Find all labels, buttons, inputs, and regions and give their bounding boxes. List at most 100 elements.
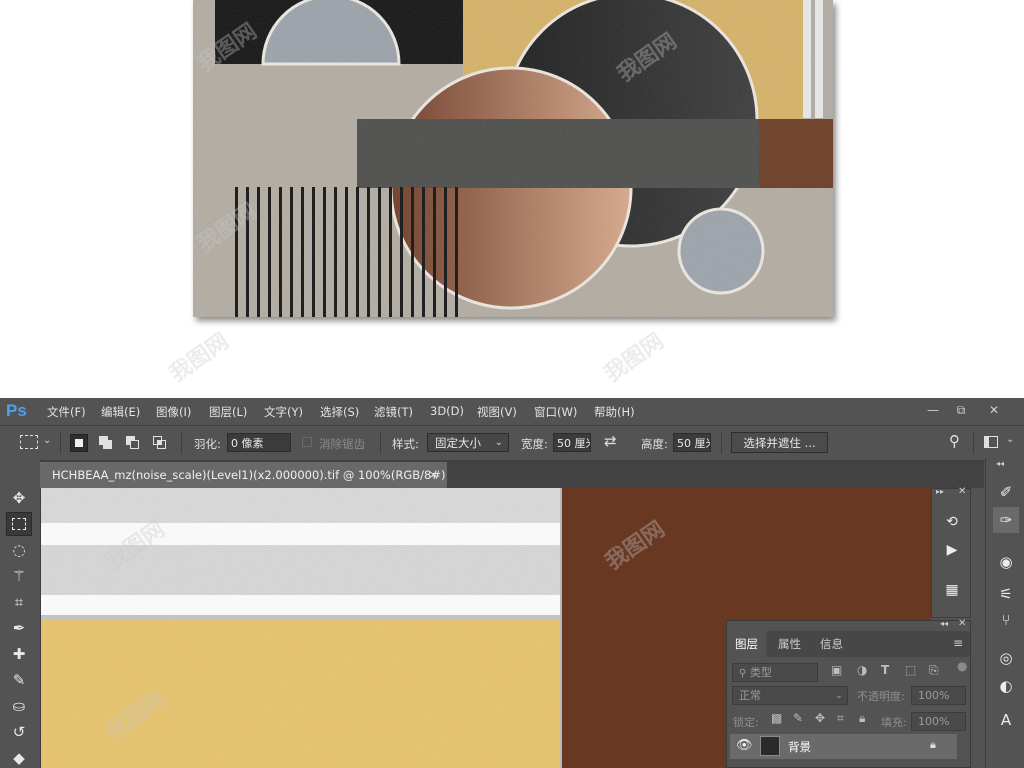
workspace-icon[interactable] <box>984 436 998 448</box>
menu-window[interactable]: 窗口(W) <box>534 404 577 420</box>
adjustment-filter-icon[interactable]: ◑ <box>857 663 867 677</box>
document-tab[interactable]: HCHBEAA_mz(noise_scale)(Level1)(x2.00000… <box>40 462 447 488</box>
lock-artboard-icon[interactable]: ⌗ <box>837 711 844 726</box>
stamp-tool-icon[interactable]: ⛀ <box>6 694 32 718</box>
layer-filter-dropdown[interactable]: ⚲ 类型 <box>732 663 818 682</box>
layer-row[interactable]: 👁︎ 背景 🔒︎ <box>730 734 957 759</box>
history-brush-tool-icon[interactable]: ↺ <box>6 720 32 744</box>
image-filter-icon[interactable]: ▣ <box>831 663 842 677</box>
feather-input[interactable]: 0 像素 <box>227 433 291 452</box>
filter-kind-value: 类型 <box>749 666 772 679</box>
chevron-down-icon: ⌄ <box>494 437 503 448</box>
menu-image[interactable]: 图像(I) <box>156 404 191 420</box>
paths-icon[interactable]: ⑂ <box>993 607 1019 633</box>
lock-label: 锁定: <box>733 716 759 729</box>
brush-preset-icon[interactable]: ✐ <box>993 479 1019 505</box>
artwork-preview: 我图网 我图网 我图网 <box>193 0 833 317</box>
menu-view[interactable]: 视图(V) <box>477 404 517 420</box>
document-tab-bar: HCHBEAA_mz(noise_scale)(Level1)(x2.00000… <box>40 461 984 488</box>
style-value: 固定大小 <box>435 436 481 450</box>
search-icon: ⚲ <box>739 668 747 679</box>
layer-thumbnail <box>760 736 780 756</box>
marquee-tool-icon[interactable] <box>6 512 32 536</box>
actions-play-icon[interactable]: ▶ <box>940 539 964 561</box>
layers-panel: ◂◂ ✕ 图层 属性 信息 ≡ ⚲ 类型 ▣ ◑ T ⬚ ⎘ ● 正常 ⌄ 不透… <box>726 618 971 768</box>
feather-label: 羽化: <box>194 437 221 451</box>
blend-mode-dropdown[interactable]: 正常 ⌄ <box>732 686 848 705</box>
add-selection-icon[interactable] <box>97 434 115 452</box>
lasso-tool-icon[interactable]: ◌ <box>6 538 32 562</box>
menu-filter[interactable]: 滤镜(T) <box>374 404 413 420</box>
search-icon[interactable]: ⚲ <box>949 432 960 450</box>
marquee-tool-preset-icon[interactable] <box>20 435 38 449</box>
lock-transparent-icon[interactable]: ▩ <box>771 711 782 725</box>
width-label: 宽度: <box>521 437 548 451</box>
fill-input[interactable]: 100% <box>911 712 966 731</box>
swatches-grid-icon[interactable]: ▦ <box>940 579 964 601</box>
layer-name: 背景 <box>788 740 811 754</box>
subtract-selection-icon[interactable] <box>124 434 142 452</box>
eraser-tool-icon[interactable]: ◆ <box>6 746 32 768</box>
menu-help[interactable]: 帮助(H) <box>594 404 635 420</box>
menu-layer[interactable]: 图层(L) <box>209 404 247 420</box>
smart-object-filter-icon[interactable]: ⎘ <box>929 663 939 678</box>
photoshop-window: Ps 文件(F) 编辑(E) 图像(I) 图层(L) 文字(Y) 选择(S) 滤… <box>0 398 1024 768</box>
filter-toggle-icon[interactable]: ● <box>957 659 967 673</box>
ps-logo: Ps <box>6 401 27 420</box>
eyedropper-tool-icon[interactable]: ✒ <box>6 616 32 640</box>
tab-layers[interactable]: 图层 <box>727 631 766 657</box>
magic-wand-tool-icon[interactable]: ⚚ <box>6 564 32 588</box>
menu-file[interactable]: 文件(F) <box>47 404 86 420</box>
select-and-mask-button[interactable]: 选择并遮住 ... <box>731 432 828 453</box>
menu-3d[interactable]: 3D(D) <box>430 404 464 418</box>
lock-icon: 🔒︎ <box>930 738 936 751</box>
lock-position-icon[interactable]: ✥ <box>815 711 825 725</box>
opacity-input[interactable]: 100% <box>911 686 966 705</box>
tab-properties[interactable]: 属性 <box>770 631 809 657</box>
chevron-down-icon[interactable]: ⌄ <box>43 435 51 446</box>
adjustments-icon[interactable]: ⚟ <box>993 581 1019 607</box>
document-title: HCHBEAA_mz(noise_scale)(Level1)(x2.00000… <box>52 468 447 482</box>
move-tool-icon[interactable]: ✥ <box>6 486 32 510</box>
expand-arrows-icon[interactable]: ◂◂ <box>996 459 1004 468</box>
new-selection-icon[interactable] <box>70 434 88 452</box>
crop-tool-icon[interactable]: ⌗ <box>6 590 32 614</box>
brush-settings-icon[interactable]: ✑ <box>993 507 1019 533</box>
brush-tool-icon[interactable]: ✎ <box>6 668 32 692</box>
menu-edit[interactable]: 编辑(E) <box>101 404 140 420</box>
restore-button[interactable]: ⧉ <box>947 400 975 420</box>
artwork-shapes <box>193 0 833 317</box>
height-input[interactable]: 50 厘米 <box>673 433 711 452</box>
style-dropdown[interactable]: 固定大小 ⌄ <box>427 433 509 452</box>
collapse-arrows-icon[interactable]: ▸▸ <box>936 487 944 496</box>
eye-icon[interactable]: 👁︎ <box>736 738 753 753</box>
close-panel-icon[interactable]: ✕ <box>958 618 966 629</box>
intersect-selection-icon[interactable] <box>151 434 169 452</box>
healing-brush-tool-icon[interactable]: ✚ <box>6 642 32 666</box>
layers-panel-tabs: 图层 属性 信息 ≡ <box>727 631 970 657</box>
lock-all-icon[interactable]: 🔒︎ <box>859 711 865 726</box>
chevron-down-icon[interactable]: ⌄ <box>1006 434 1014 445</box>
menu-select[interactable]: 选择(S) <box>320 404 359 420</box>
character-icon[interactable]: A <box>993 707 1019 733</box>
history-panel-icon[interactable]: ⟲ <box>940 511 964 533</box>
type-filter-icon[interactable]: T <box>881 663 889 677</box>
panel-menu-icon[interactable]: ≡ <box>953 636 963 650</box>
tab-info[interactable]: 信息 <box>812 631 851 657</box>
shape-filter-icon[interactable]: ⬚ <box>905 663 916 677</box>
color-palette-icon[interactable]: ◉ <box>993 549 1019 575</box>
swap-icon[interactable]: ⇄ <box>604 432 617 450</box>
channels-icon[interactable]: ◎ <box>993 645 1019 671</box>
lock-image-icon[interactable]: ✎ <box>793 711 803 725</box>
styles-icon[interactable]: ◐ <box>993 673 1019 699</box>
collapsed-panel-strip: ▸▸ ✕ ⟲ ▶ ▦ <box>931 486 971 618</box>
collapse-arrows-icon[interactable]: ◂◂ <box>940 619 948 628</box>
minimize-button[interactable]: — <box>919 400 947 420</box>
menu-type[interactable]: 文字(Y) <box>264 404 303 420</box>
close-window-button[interactable]: ✕ <box>980 400 1008 420</box>
close-tab-icon[interactable]: × <box>429 462 438 488</box>
width-input[interactable]: 50 厘米 <box>553 433 591 452</box>
watermark: 我图网 <box>165 328 234 388</box>
close-panel-icon[interactable]: ✕ <box>958 486 966 497</box>
antialias-checkbox[interactable] <box>302 437 312 447</box>
